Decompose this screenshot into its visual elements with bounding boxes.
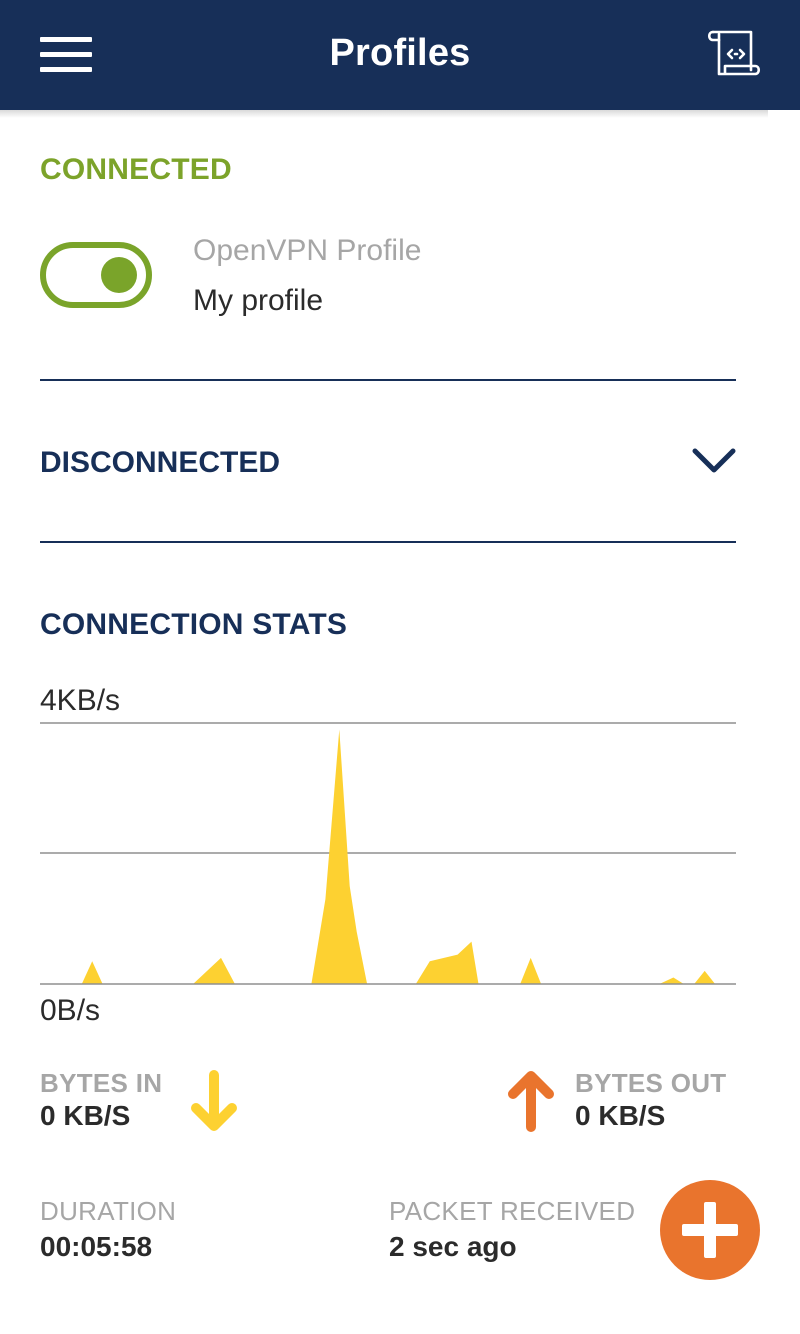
header-shadow xyxy=(0,110,768,118)
connection-toggle[interactable] xyxy=(40,242,152,308)
connected-section-label: CONNECTED xyxy=(40,153,232,186)
bytes-in-caption: BYTES IN xyxy=(40,1068,163,1098)
disconnected-section-label: DISCONNECTED xyxy=(40,446,281,479)
section-divider xyxy=(40,541,736,543)
packet-received-value: 2 sec ago xyxy=(389,1231,517,1262)
section-divider xyxy=(40,379,736,381)
arrow-up-icon xyxy=(508,1071,554,1132)
bytes-out-value: 0 KB/S xyxy=(575,1100,666,1131)
connection-stats-label: CONNECTION STATS xyxy=(40,608,348,641)
arrow-down-icon xyxy=(191,1070,237,1131)
y-axis-max-label: 4KB/s xyxy=(40,684,121,717)
chevron-down-icon[interactable] xyxy=(692,446,736,476)
log-scroll-icon[interactable] xyxy=(705,26,765,82)
duration-value: 00:05:58 xyxy=(40,1231,153,1262)
add-profile-button[interactable] xyxy=(660,1180,760,1280)
toggle-knob xyxy=(101,257,137,293)
bytes-in-value: 0 KB/S xyxy=(40,1100,131,1131)
app-header: Profiles xyxy=(0,0,800,110)
profile-type-label: OpenVPN Profile xyxy=(193,234,422,267)
duration-caption: DURATION xyxy=(40,1196,177,1226)
profile-name[interactable]: My profile xyxy=(193,284,323,318)
traffic-chart xyxy=(40,722,736,985)
page-title: Profiles xyxy=(329,32,471,74)
disconnected-section-header[interactable]: DISCONNECTED xyxy=(40,430,736,494)
bytes-in-area-series xyxy=(40,729,716,984)
y-axis-min-label: 0B/s xyxy=(40,994,101,1027)
packet-received-caption: PACKET RECEIVED xyxy=(389,1196,636,1226)
bytes-out-caption: BYTES OUT xyxy=(575,1068,727,1098)
